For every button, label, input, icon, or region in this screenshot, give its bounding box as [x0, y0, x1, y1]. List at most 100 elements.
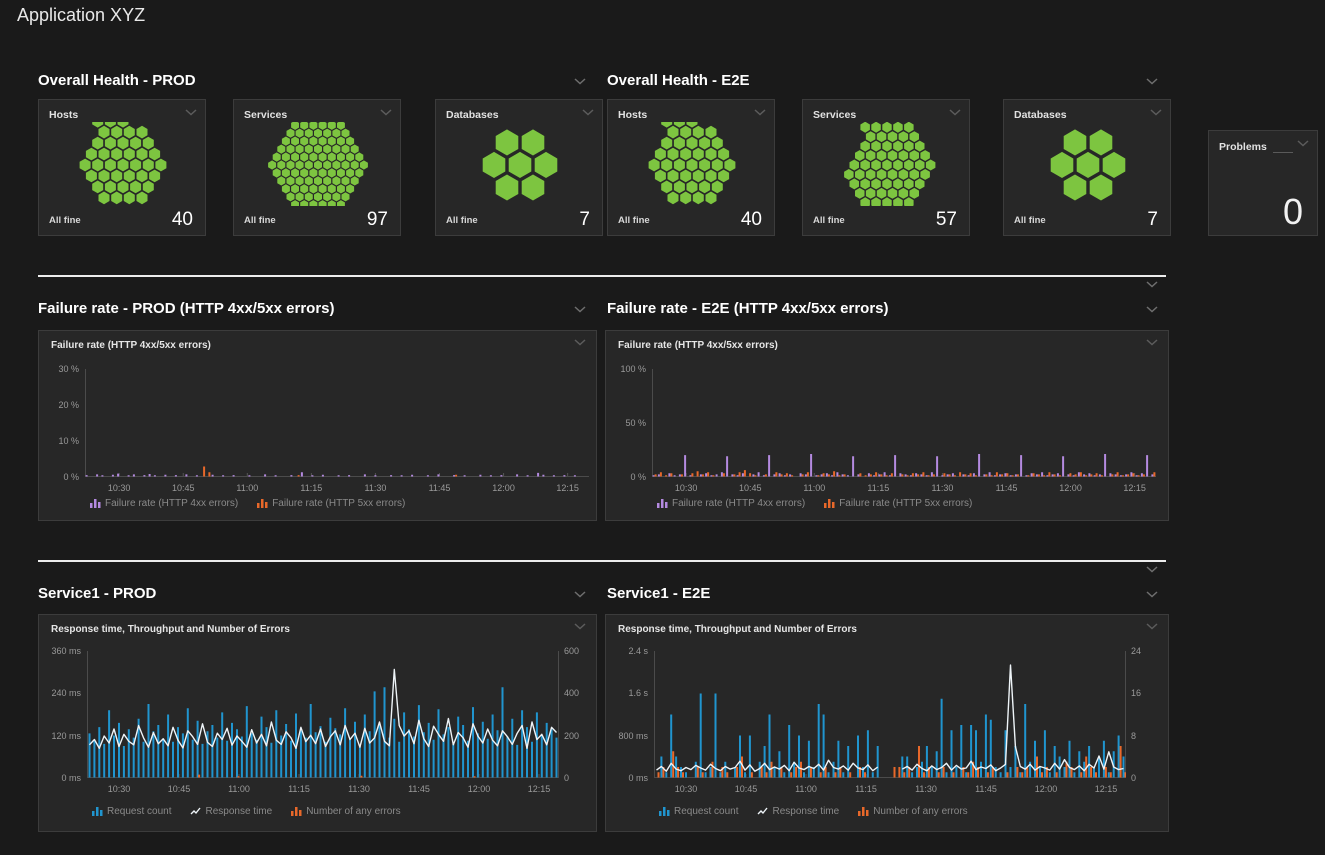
section-chevron-icon[interactable] [574, 306, 586, 313]
bar-series-icon [290, 806, 302, 817]
tile-menu-chevron-icon[interactable] [574, 339, 586, 346]
line-series-icon [190, 806, 202, 817]
tile-title: Hosts [49, 109, 78, 121]
problems-tile[interactable]: Problems 0 [1208, 130, 1318, 236]
legend-item[interactable]: Failure rate (HTTP 4xx errors) [89, 498, 238, 509]
section-chevron-icon[interactable] [1146, 591, 1158, 598]
section-chevron-icon[interactable] [574, 591, 586, 598]
section-chevron-icon[interactable] [1146, 78, 1158, 85]
x-axis-label: 11:45 [969, 784, 1003, 794]
dashboard: Application XYZ Overall Health - PROD Ov… [0, 0, 1325, 855]
tile-menu-chevron-icon[interactable] [1146, 339, 1158, 346]
y2-axis-label: 24 [1131, 646, 1161, 656]
divider-chevron-icon[interactable] [1146, 566, 1158, 573]
section-title-overall-health-e2e: Overall Health - E2E [607, 72, 750, 89]
x-axis-label: 11:00 [230, 483, 264, 493]
health-tile-databases-e2e[interactable]: Databases All fine 7 [1003, 99, 1171, 236]
legend-label: Failure rate (HTTP 4xx errors) [672, 498, 805, 509]
section-title-failure-e2e: Failure rate - E2E (HTTP 4xx/5xx errors) [607, 300, 889, 317]
bar-series-icon [256, 498, 268, 509]
bar-series-icon [89, 498, 101, 509]
service1-prod-chart-tile[interactable]: Response time, Throughput and Number of … [38, 614, 597, 832]
tile-menu-chevron-icon[interactable] [1150, 109, 1162, 116]
x-axis-label: 11:00 [797, 483, 831, 493]
entity-count: 7 [1147, 209, 1158, 231]
y2-axis-label: 0 [564, 773, 594, 783]
bar-series-icon [823, 498, 835, 509]
tile-menu-chevron-icon[interactable] [582, 109, 594, 116]
x-axis-label: 12:15 [1118, 483, 1152, 493]
x-axis-label: 12:15 [522, 784, 556, 794]
status-text: All fine [244, 215, 276, 226]
x-axis-label: 11:15 [849, 784, 883, 794]
failure-rate-prod-plot [85, 369, 589, 477]
legend-item[interactable]: Response time [190, 806, 273, 817]
x-axis-label: 12:15 [551, 483, 585, 493]
legend-label: Failure rate (HTTP 4xx errors) [105, 498, 238, 509]
chart-title: Failure rate (HTTP 4xx/5xx errors) [618, 340, 778, 351]
y2-axis-label: 0 [1131, 773, 1161, 783]
tile-menu-chevron-icon[interactable] [1297, 140, 1309, 147]
bar-series-icon [656, 498, 668, 509]
bar-series-icon [91, 806, 103, 817]
health-tile-services-e2e[interactable]: Services All fine 57 [802, 99, 970, 236]
x-axis-label: 11:30 [909, 784, 943, 794]
x-axis-label: 11:15 [861, 483, 895, 493]
x-axis-label: 10:45 [166, 483, 200, 493]
tile-title: Services [813, 109, 856, 121]
x-axis-label: 12:15 [1089, 784, 1123, 794]
legend-label: Number of any errors [873, 806, 967, 817]
service1-prod-plot [87, 651, 559, 778]
x-axis-label: 11:30 [358, 483, 392, 493]
y-axis-label: 240 ms [39, 688, 81, 698]
y2-axis-label: 400 [564, 688, 594, 698]
health-tile-hosts-e2e[interactable]: Hosts All fine 40 [607, 99, 775, 236]
health-tile-services-prod[interactable]: Services All fine 97 [233, 99, 401, 236]
x-axis-label: 11:30 [342, 784, 376, 794]
tile-menu-chevron-icon[interactable] [380, 109, 392, 116]
x-axis-label: 11:00 [222, 784, 256, 794]
status-text: All fine [1014, 215, 1046, 226]
y2-axis-label: 200 [564, 731, 594, 741]
legend-item[interactable]: Failure rate (HTTP 4xx errors) [656, 498, 805, 509]
section-title-failure-prod: Failure rate - PROD (HTTP 4xx/5xx errors… [38, 300, 335, 317]
legend-item[interactable]: Response time [757, 806, 840, 817]
section-chevron-icon[interactable] [1146, 306, 1158, 313]
chart-title: Response time, Throughput and Number of … [618, 624, 857, 635]
legend-label: Failure rate (HTTP 5xx errors) [839, 498, 972, 509]
services-honeycomb [236, 122, 400, 206]
legend-label: Request count [674, 806, 739, 817]
tile-menu-chevron-icon[interactable] [949, 109, 961, 116]
legend-item[interactable]: Failure rate (HTTP 5xx errors) [256, 498, 405, 509]
tile-menu-chevron-icon[interactable] [574, 623, 586, 630]
legend-item[interactable]: Number of any errors [290, 806, 400, 817]
legend-item[interactable]: Number of any errors [857, 806, 967, 817]
failure-rate-prod-chart-tile[interactable]: Failure rate (HTTP 4xx/5xx errors) 30 %2… [38, 330, 597, 521]
service1-e2e-plot [654, 651, 1126, 778]
failure-rate-e2e-chart-tile[interactable]: Failure rate (HTTP 4xx/5xx errors) 100 %… [605, 330, 1169, 521]
databases-honeycomb [1006, 122, 1170, 206]
divider-chevron-icon[interactable] [1146, 281, 1158, 288]
service1-e2e-chart-tile[interactable]: Response time, Throughput and Number of … [605, 614, 1169, 832]
y2-axis-label: 16 [1131, 688, 1161, 698]
entity-count: 57 [936, 209, 957, 231]
problems-count: 0 [1283, 191, 1303, 233]
x-axis-label: 10:45 [733, 483, 767, 493]
status-text: All fine [49, 215, 81, 226]
section-chevron-icon[interactable] [574, 78, 586, 85]
entity-count: 40 [172, 209, 193, 231]
tile-menu-chevron-icon[interactable] [1146, 623, 1158, 630]
chart-legend: Request count Response time Number of any … [658, 806, 968, 817]
entity-count: 97 [367, 209, 388, 231]
tile-menu-chevron-icon[interactable] [754, 109, 766, 116]
health-tile-hosts-prod[interactable]: Hosts All fine 40 [38, 99, 206, 236]
chart-legend: Failure rate (HTTP 4xx errors) Failure ra… [656, 498, 972, 509]
legend-item[interactable]: Request count [658, 806, 739, 817]
legend-item[interactable]: Request count [91, 806, 172, 817]
x-axis-label: 11:15 [294, 483, 328, 493]
x-axis-label: 12:00 [1029, 784, 1063, 794]
tile-menu-chevron-icon[interactable] [185, 109, 197, 116]
x-axis-label: 10:45 [729, 784, 763, 794]
legend-item[interactable]: Failure rate (HTTP 5xx errors) [823, 498, 972, 509]
health-tile-databases-prod[interactable]: Databases All fine 7 [435, 99, 603, 236]
